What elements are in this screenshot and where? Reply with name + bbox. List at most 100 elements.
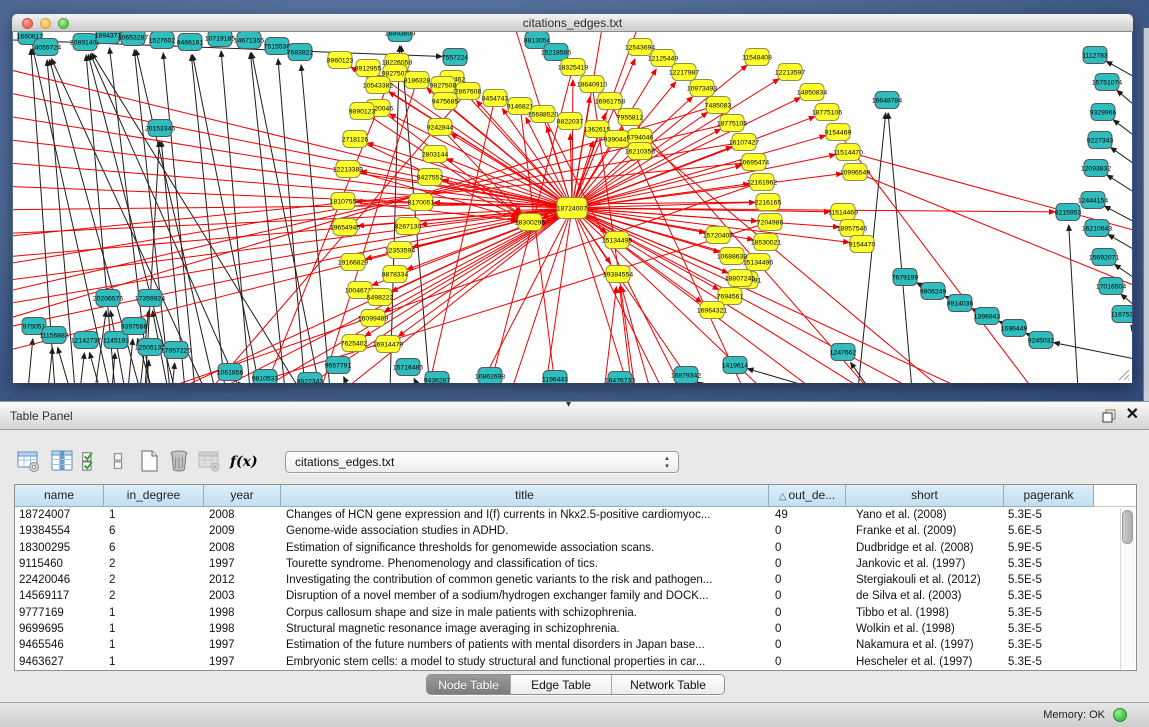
table-cell[interactable]: de Silva et al. (2003) xyxy=(846,588,1004,604)
column-visibility-icon[interactable] xyxy=(48,448,76,476)
table-cell[interactable]: Changes of HCN gene expression and I(f) … xyxy=(281,507,769,523)
table-cell[interactable]: Jankovic et al. (1997) xyxy=(846,556,1004,572)
table-cell[interactable]: Estimation of the future numbers of pati… xyxy=(281,637,769,653)
table-cell[interactable]: 0 xyxy=(769,588,846,604)
table-cell[interactable]: 1 xyxy=(104,654,204,670)
table-cell[interactable]: 2 xyxy=(104,588,204,604)
graph-edge[interactable] xyxy=(747,369,820,383)
table-row[interactable]: 969969511998Structural magnetic resonanc… xyxy=(15,621,1119,637)
table-cell[interactable]: 1997 xyxy=(204,654,281,670)
table-cell[interactable]: 9115460 xyxy=(15,556,104,572)
function-builder-icon[interactable]: f(x) xyxy=(224,451,256,473)
row-height-icon[interactable] xyxy=(106,448,128,476)
graph-edge[interactable] xyxy=(600,287,616,383)
table-cell[interactable]: 5.3E-5 xyxy=(1004,621,1094,637)
table-row[interactable]: 1830029562008Estimation of significance … xyxy=(15,540,1119,556)
table-cell[interactable]: 1997 xyxy=(204,556,281,572)
table-cell[interactable]: Embryonic stem cells: a model to study s… xyxy=(281,654,769,670)
graph-edge[interactable] xyxy=(13,63,572,208)
table-cell[interactable]: 1 xyxy=(104,605,204,621)
table-scrollbar[interactable] xyxy=(1120,508,1135,669)
graph-edge[interactable] xyxy=(13,208,572,283)
table-cell[interactable]: 6 xyxy=(104,523,204,539)
graph-edge[interactable] xyxy=(1117,90,1132,110)
table-cell[interactable]: 5.6E-5 xyxy=(1004,523,1094,539)
table-cell[interactable]: 9777169 xyxy=(15,605,104,621)
table-cell[interactable]: Nakamura et al. (1997) xyxy=(846,637,1004,653)
table-cell[interactable]: 49 xyxy=(769,507,846,523)
table-cell[interactable]: 1 xyxy=(104,507,204,523)
table-cell[interactable]: 22420046 xyxy=(15,572,104,588)
graph-edge[interactable] xyxy=(301,65,330,383)
delete-table-icon[interactable] xyxy=(165,448,193,476)
table-cell[interactable]: 5.5E-5 xyxy=(1004,572,1094,588)
graph-edge[interactable] xyxy=(414,379,420,383)
table-cell[interactable]: 0 xyxy=(769,621,846,637)
column-header[interactable]: pagerank xyxy=(1004,485,1094,507)
table-cell[interactable]: 0 xyxy=(769,572,846,588)
graph-edge[interactable] xyxy=(697,382,710,383)
table-cell[interactable]: 19384554 xyxy=(15,523,104,539)
scrollbar-thumb[interactable] xyxy=(1122,510,1133,544)
column-header[interactable]: short xyxy=(846,485,1004,507)
memory-ok-indicator[interactable] xyxy=(1113,708,1127,722)
table-row[interactable]: 1456911722003Disruption of a novel membe… xyxy=(15,588,1119,604)
table-cell[interactable]: 2 xyxy=(104,556,204,572)
table-cell[interactable]: Genome-wide association studies in ADHD. xyxy=(281,523,769,539)
table-cell[interactable]: Disruption of a novel member of a sodium… xyxy=(281,588,769,604)
select-all-check-icon[interactable] xyxy=(79,448,103,476)
table-cell[interactable]: Investigating the contribution of common… xyxy=(281,572,769,588)
table-cell[interactable]: 5.3E-5 xyxy=(1004,637,1094,653)
table-cell[interactable]: 2012 xyxy=(204,572,281,588)
table-cell[interactable]: 2008 xyxy=(204,507,281,523)
tab-edge-table[interactable]: Edge Table xyxy=(511,675,612,694)
graph-edge[interactable] xyxy=(466,208,572,383)
table-row[interactable]: 2242004622012Investigating the contribut… xyxy=(15,572,1119,588)
table-cell[interactable]: 2008 xyxy=(204,540,281,556)
table-cell[interactable]: 0 xyxy=(769,605,846,621)
graph-edge[interactable] xyxy=(572,155,835,208)
close-panel-icon[interactable]: ✕ xyxy=(1126,406,1139,424)
table-cell[interactable]: 5.3E-5 xyxy=(1004,588,1094,604)
table-row[interactable]: 946554611997Estimation of the future num… xyxy=(15,637,1119,653)
new-table-icon[interactable] xyxy=(135,448,163,476)
table-cell[interactable]: 1 xyxy=(104,621,204,637)
table-cell[interactable]: 1 xyxy=(104,637,204,653)
table-cell[interactable]: 5.3E-5 xyxy=(1004,654,1094,670)
graph-edge[interactable] xyxy=(1107,175,1132,196)
graph-edge[interactable] xyxy=(451,134,572,208)
graph-edge[interactable] xyxy=(888,113,912,383)
table-cell[interactable]: 0 xyxy=(769,523,846,539)
table-cell[interactable]: Dudbridge et al. (2008) xyxy=(846,540,1004,556)
table-row[interactable]: 1872400712008Changes of HCN gene express… xyxy=(15,507,1119,523)
graph-edge[interactable] xyxy=(344,377,350,383)
graph-edge[interactable] xyxy=(238,382,245,383)
column-header[interactable]: in_degree xyxy=(104,485,204,507)
table-cell[interactable]: 2 xyxy=(104,572,204,588)
table-cell[interactable]: 0 xyxy=(769,556,846,572)
table-settings-icon[interactable] xyxy=(14,448,42,476)
network-window[interactable]: citations_edges.txt 16606121405572420891… xyxy=(12,14,1133,383)
table-row[interactable]: 977716911998Corpus callosum shape and si… xyxy=(15,605,1119,621)
graph-edge[interactable] xyxy=(48,348,53,383)
table-cell[interactable]: 18300295 xyxy=(15,540,104,556)
graph-edge[interactable] xyxy=(80,353,84,383)
table-cell[interactable]: 2009 xyxy=(204,523,281,539)
table-cell[interactable]: 5.3E-5 xyxy=(1004,556,1094,572)
graph-edge[interactable] xyxy=(1069,225,1078,383)
table-cell[interactable]: 1997 xyxy=(204,637,281,653)
graph-edge[interactable] xyxy=(1054,343,1132,360)
table-row[interactable]: 1938455462009Genome-wide association stu… xyxy=(15,523,1119,539)
graph-edge[interactable] xyxy=(1113,120,1132,140)
table-cell[interactable]: 5.3E-5 xyxy=(1004,507,1094,523)
column-header[interactable]: name xyxy=(15,485,104,507)
table-cell[interactable]: 5.9E-5 xyxy=(1004,540,1094,556)
tab-network-table[interactable]: Network Table xyxy=(612,675,724,694)
table-cell[interactable]: 9699695 xyxy=(15,621,104,637)
network-canvas[interactable]: 1660612140557242089140618943711065328715… xyxy=(13,32,1132,383)
graph-edge[interactable] xyxy=(250,53,285,383)
table-cell[interactable]: 5.3E-5 xyxy=(1004,605,1094,621)
table-cell[interactable]: Tourette syndrome. Phenomenology and cla… xyxy=(281,556,769,572)
graph-edge[interactable] xyxy=(572,80,573,208)
table-source-select[interactable]: citations_edges.txt ▴▾ xyxy=(285,451,679,473)
